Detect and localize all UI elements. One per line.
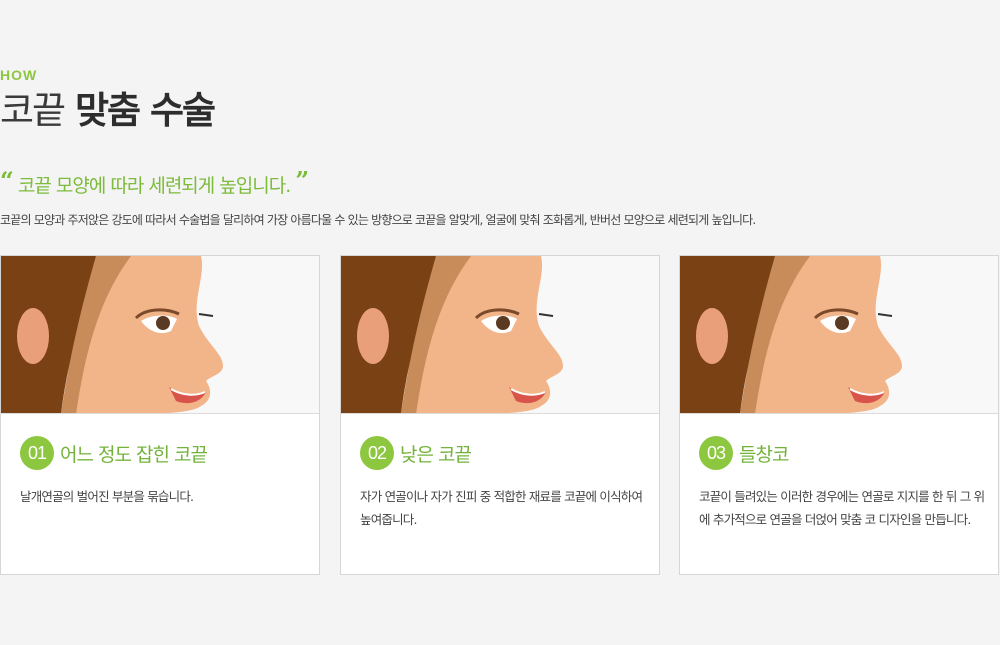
page-title: 코끝 맞춤 수술 — [0, 86, 216, 136]
card-heading: 03 들창코 — [699, 436, 789, 470]
step-number-badge: 02 — [360, 436, 394, 470]
card-title: 들창코 — [739, 443, 789, 466]
card-heading: 02 낮은 코끝 — [360, 436, 472, 470]
card-title: 어느 정도 잡힌 코끝 — [60, 443, 208, 466]
card-heading: 01 어느 정도 잡힌 코끝 — [20, 436, 208, 470]
eyebrow-label: HOW — [0, 67, 38, 83]
step-number-badge: 03 — [699, 436, 733, 470]
method-card-3: 03 들창코 코끝이 들려있는 이러한 경우에는 연골로 지지를 한 뒤 그 위… — [679, 255, 999, 575]
page-title-bold: 맞춤 수술 — [74, 89, 216, 132]
intro-description: 코끝의 모양과 주저앉은 강도에 따라서 수술법을 달리하여 가장 아름다울 수… — [0, 213, 756, 227]
headline-quote-text: 코끝 모양에 따라 세련되게 높입니다. — [17, 175, 291, 197]
close-quote-mark: ” — [295, 166, 309, 195]
page-title-light: 코끝 — [0, 89, 66, 132]
card-text: 자가 연골이나 자가 진피 중 적합한 재료를 코끝에 이식하여 높여줍니다. — [360, 489, 643, 527]
card-text: 날개연골의 벌어진 부분을 묶습니다. — [20, 489, 194, 504]
headline-quote: “ 코끝 모양에 따라 세련되게 높입니다. ” — [0, 166, 309, 198]
woman-profile-illustration — [341, 256, 659, 414]
card-title: 낮은 코끝 — [400, 443, 472, 466]
step-number-badge: 01 — [20, 436, 54, 470]
card-text: 코끝이 들려있는 이러한 경우에는 연골로 지지를 한 뒤 그 위에 추가적으로… — [699, 489, 985, 527]
method-card-2: 02 낮은 코끝 자가 연골이나 자가 진피 중 적합한 재료를 코끝에 이식하… — [340, 255, 660, 575]
method-card-1: 01 어느 정도 잡힌 코끝 날개연골의 벌어진 부분을 묶습니다. — [0, 255, 320, 575]
open-quote-mark: “ — [0, 166, 14, 195]
woman-profile-illustration — [680, 256, 998, 414]
woman-profile-illustration — [1, 256, 319, 414]
